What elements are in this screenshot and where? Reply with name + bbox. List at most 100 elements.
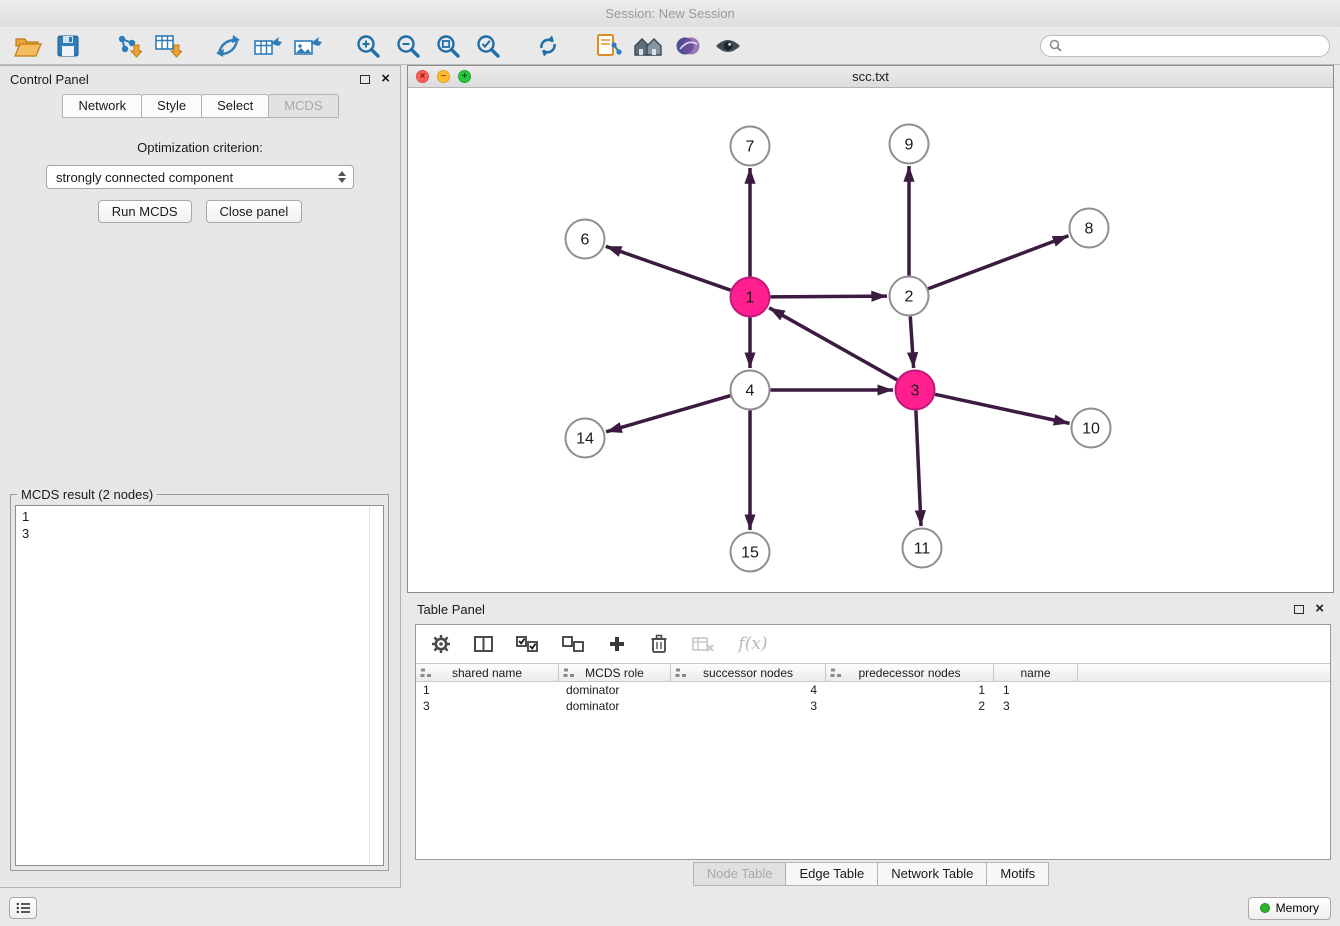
import-table-button[interactable] xyxy=(150,30,186,62)
delete-table-button[interactable] xyxy=(690,628,716,660)
document-share-icon xyxy=(594,32,622,60)
save-session-button[interactable] xyxy=(50,30,86,62)
graph-edge-1-6[interactable] xyxy=(606,246,731,290)
graph-edge-2-8[interactable] xyxy=(928,236,1068,289)
search-box[interactable] xyxy=(1040,35,1330,57)
cell-shared-name: 1 xyxy=(416,683,559,697)
memory-status-icon xyxy=(1260,903,1270,913)
export-image-button[interactable] xyxy=(290,30,326,62)
graph-edge-1-2[interactable] xyxy=(770,296,887,297)
graph-edge-3-11[interactable] xyxy=(916,410,921,526)
import-table-icon xyxy=(154,33,182,59)
table-row[interactable]: 3 dominator 3 2 3 xyxy=(416,698,1330,714)
show-details-button[interactable] xyxy=(710,30,746,62)
open-session-button[interactable] xyxy=(10,30,46,62)
table-row[interactable]: 1 dominator 4 1 1 xyxy=(416,682,1330,698)
tab-network[interactable]: Network xyxy=(62,94,142,118)
control-panel-header: Control Panel × xyxy=(0,66,400,92)
graph-node-label-11: 11 xyxy=(914,541,931,558)
home-views-button[interactable] xyxy=(630,30,666,62)
split-columns-icon xyxy=(474,636,493,652)
search-input[interactable] xyxy=(1067,39,1321,53)
main-toolbar xyxy=(0,27,1340,65)
memory-label: Memory xyxy=(1276,901,1319,915)
tab-node-table[interactable]: Node Table xyxy=(693,862,787,886)
zoom-out-icon xyxy=(395,33,421,59)
new-network-button[interactable] xyxy=(210,30,246,62)
graph-node-label-4: 4 xyxy=(746,383,755,400)
tab-network-table[interactable]: Network Table xyxy=(877,862,987,886)
column-tree-icon xyxy=(563,668,575,678)
column-header-mcds-role[interactable]: MCDS role xyxy=(559,664,671,681)
column-header-predecessor-nodes[interactable]: predecessor nodes xyxy=(826,664,994,681)
close-window-icon[interactable]: × xyxy=(416,70,429,83)
column-label: shared name xyxy=(452,666,522,680)
criterion-dropdown[interactable]: strongly connected component xyxy=(46,165,354,189)
split-columns-button[interactable] xyxy=(472,628,494,660)
tab-mcds[interactable]: MCDS xyxy=(268,94,338,118)
function-builder-button[interactable]: f(x) xyxy=(736,628,770,660)
close-table-panel-icon[interactable]: × xyxy=(1315,604,1324,614)
mcds-result-list[interactable]: 1 3 xyxy=(15,505,384,866)
delete-row-button[interactable] xyxy=(648,628,670,660)
table-toolbar: f(x) xyxy=(416,625,1330,663)
zoom-in-button[interactable] xyxy=(350,30,386,62)
select-all-button[interactable] xyxy=(514,628,540,660)
network-arrows-icon xyxy=(214,33,242,59)
tab-style[interactable]: Style xyxy=(141,94,202,118)
trash-icon xyxy=(650,634,668,654)
cell-successor-nodes: 4 xyxy=(671,683,826,697)
column-tree-icon xyxy=(830,668,842,678)
minimize-window-icon[interactable]: − xyxy=(437,70,450,83)
close-panel-icon[interactable]: × xyxy=(381,74,390,84)
mcds-result-title: MCDS result (2 nodes) xyxy=(17,487,157,502)
graph-edge-2-3[interactable] xyxy=(910,316,913,368)
close-panel-button[interactable]: Close panel xyxy=(206,200,303,223)
memory-button[interactable]: Memory xyxy=(1248,897,1331,920)
show-panels-button[interactable] xyxy=(9,897,37,919)
zoom-selected-button[interactable] xyxy=(470,30,506,62)
open-folder-icon xyxy=(14,34,42,58)
graph-node-label-14: 14 xyxy=(576,431,594,448)
tab-edge-table[interactable]: Edge Table xyxy=(785,862,878,886)
column-tree-icon xyxy=(420,668,432,678)
column-header-shared-name[interactable]: shared name xyxy=(416,664,559,681)
network-canvas[interactable]: 7968124314101511 xyxy=(408,88,1333,592)
float-panel-icon[interactable] xyxy=(360,75,370,84)
apply-layout-button[interactable] xyxy=(530,30,566,62)
graph-node-label-6: 6 xyxy=(581,232,590,249)
criterion-dropdown-value: strongly connected component xyxy=(56,170,233,185)
network-window-title: scc.txt xyxy=(852,69,889,84)
graph-edge-4-14[interactable] xyxy=(606,396,730,432)
column-label: MCDS role xyxy=(585,666,644,680)
column-header-name[interactable]: name xyxy=(994,664,1078,681)
run-mcds-button[interactable]: Run MCDS xyxy=(98,200,192,223)
zoom-out-button[interactable] xyxy=(390,30,426,62)
select-all-icon xyxy=(516,636,539,653)
graph-node-label-8: 8 xyxy=(1085,221,1094,238)
cell-shared-name: 3 xyxy=(416,699,559,713)
graph-edge-3-1[interactable] xyxy=(769,308,897,380)
unselect-all-button[interactable] xyxy=(560,628,586,660)
float-table-panel-icon[interactable] xyxy=(1294,605,1304,614)
add-row-button[interactable] xyxy=(606,628,628,660)
export-table-button[interactable] xyxy=(250,30,286,62)
first-neighbors-button[interactable] xyxy=(590,30,626,62)
apply-style-button[interactable] xyxy=(670,30,706,62)
unselect-all-icon xyxy=(562,636,585,653)
column-header-filler xyxy=(1078,664,1330,681)
tab-select[interactable]: Select xyxy=(201,94,269,118)
column-header-successor-nodes[interactable]: successor nodes xyxy=(671,664,826,681)
tab-motifs[interactable]: Motifs xyxy=(986,862,1049,886)
fx-icon: f(x) xyxy=(738,634,767,654)
optimization-criterion-label: Optimization criterion: xyxy=(0,140,400,155)
zoom-window-icon[interactable]: + xyxy=(458,70,471,83)
graph-edge-3-10[interactable] xyxy=(935,394,1069,423)
graph-node-label-2: 2 xyxy=(905,289,914,306)
zoom-fit-button[interactable] xyxy=(430,30,466,62)
table-settings-button[interactable] xyxy=(430,628,452,660)
list-icon xyxy=(16,902,31,914)
delete-table-icon xyxy=(692,636,714,652)
cell-mcds-role: dominator xyxy=(559,683,671,697)
import-network-button[interactable] xyxy=(110,30,146,62)
